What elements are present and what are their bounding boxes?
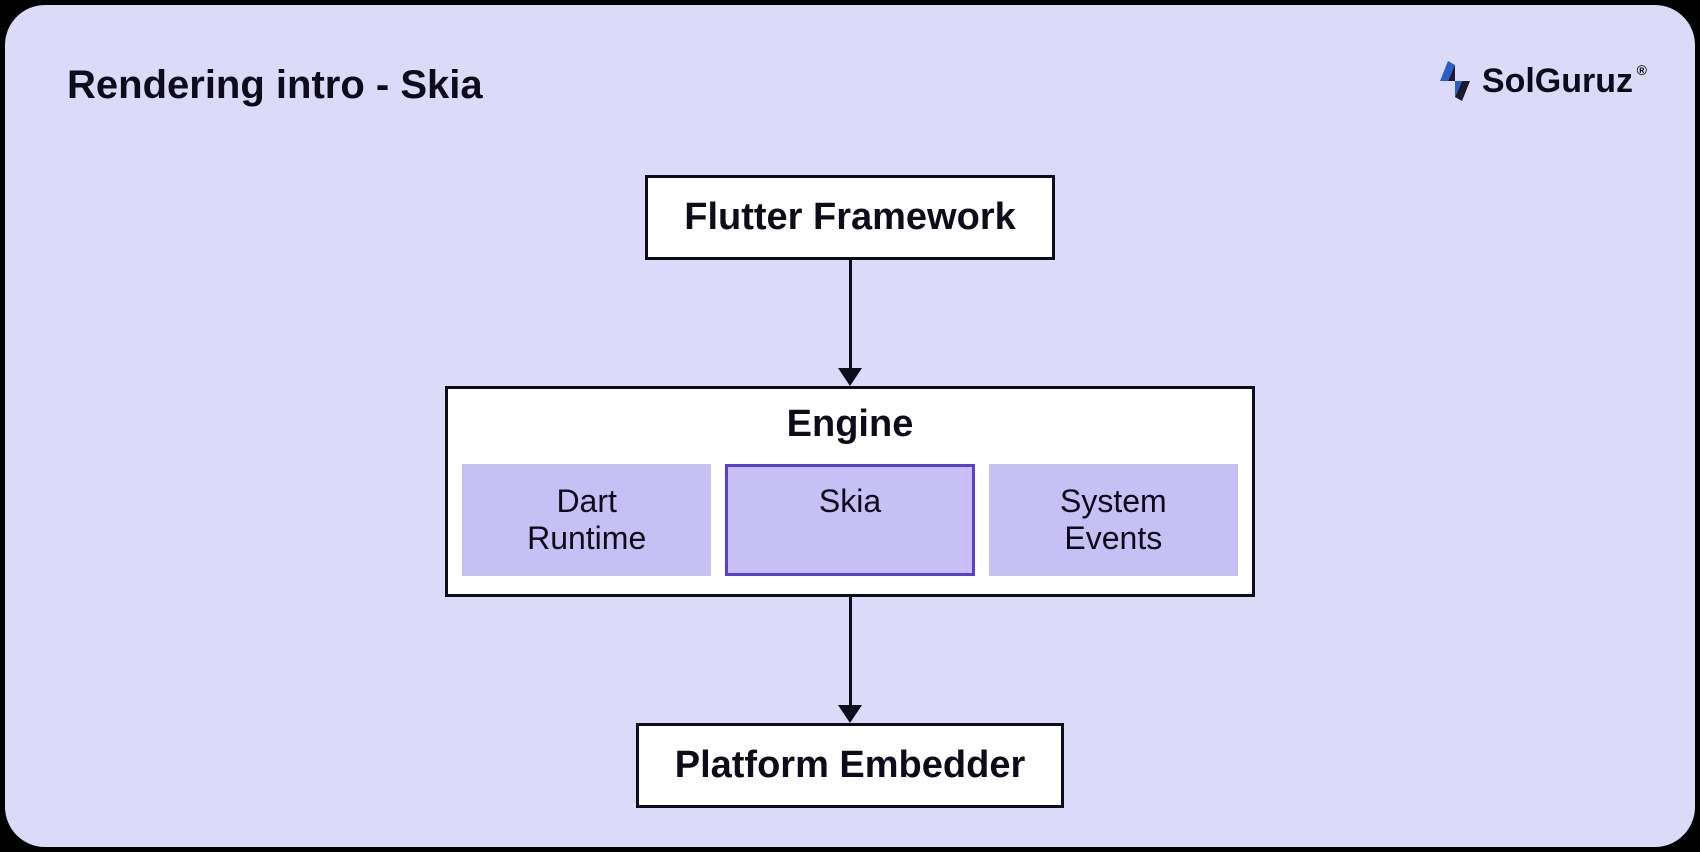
brand-logo: SolGuruz® [1436,57,1633,105]
engine-title: Engine [462,403,1238,446]
platform-embedder-box: Platform Embedder [636,723,1065,808]
engine-box: Engine Dart Runtime Skia System Events [445,386,1255,597]
logo-text: SolGuruz® [1482,62,1633,101]
logo-brand: SolGuruz [1482,62,1633,100]
arrow-down-icon [838,597,862,723]
page-title: Rendering intro - Skia [67,63,483,108]
engine-items: Dart Runtime Skia System Events [462,464,1238,576]
logo-icon [1436,57,1474,105]
engine-item-dart-runtime: Dart Runtime [462,464,711,576]
logo-registered: ® [1637,62,1647,78]
engine-item-system-events: System Events [989,464,1238,576]
diagram-canvas: Rendering intro - Skia SolGuruz® Flutter… [5,5,1695,847]
architecture-diagram: Flutter Framework Engine Dart Runtime Sk… [5,175,1695,808]
flutter-framework-box: Flutter Framework [645,175,1055,260]
engine-item-skia: Skia [725,464,974,576]
arrow-down-icon [838,260,862,386]
